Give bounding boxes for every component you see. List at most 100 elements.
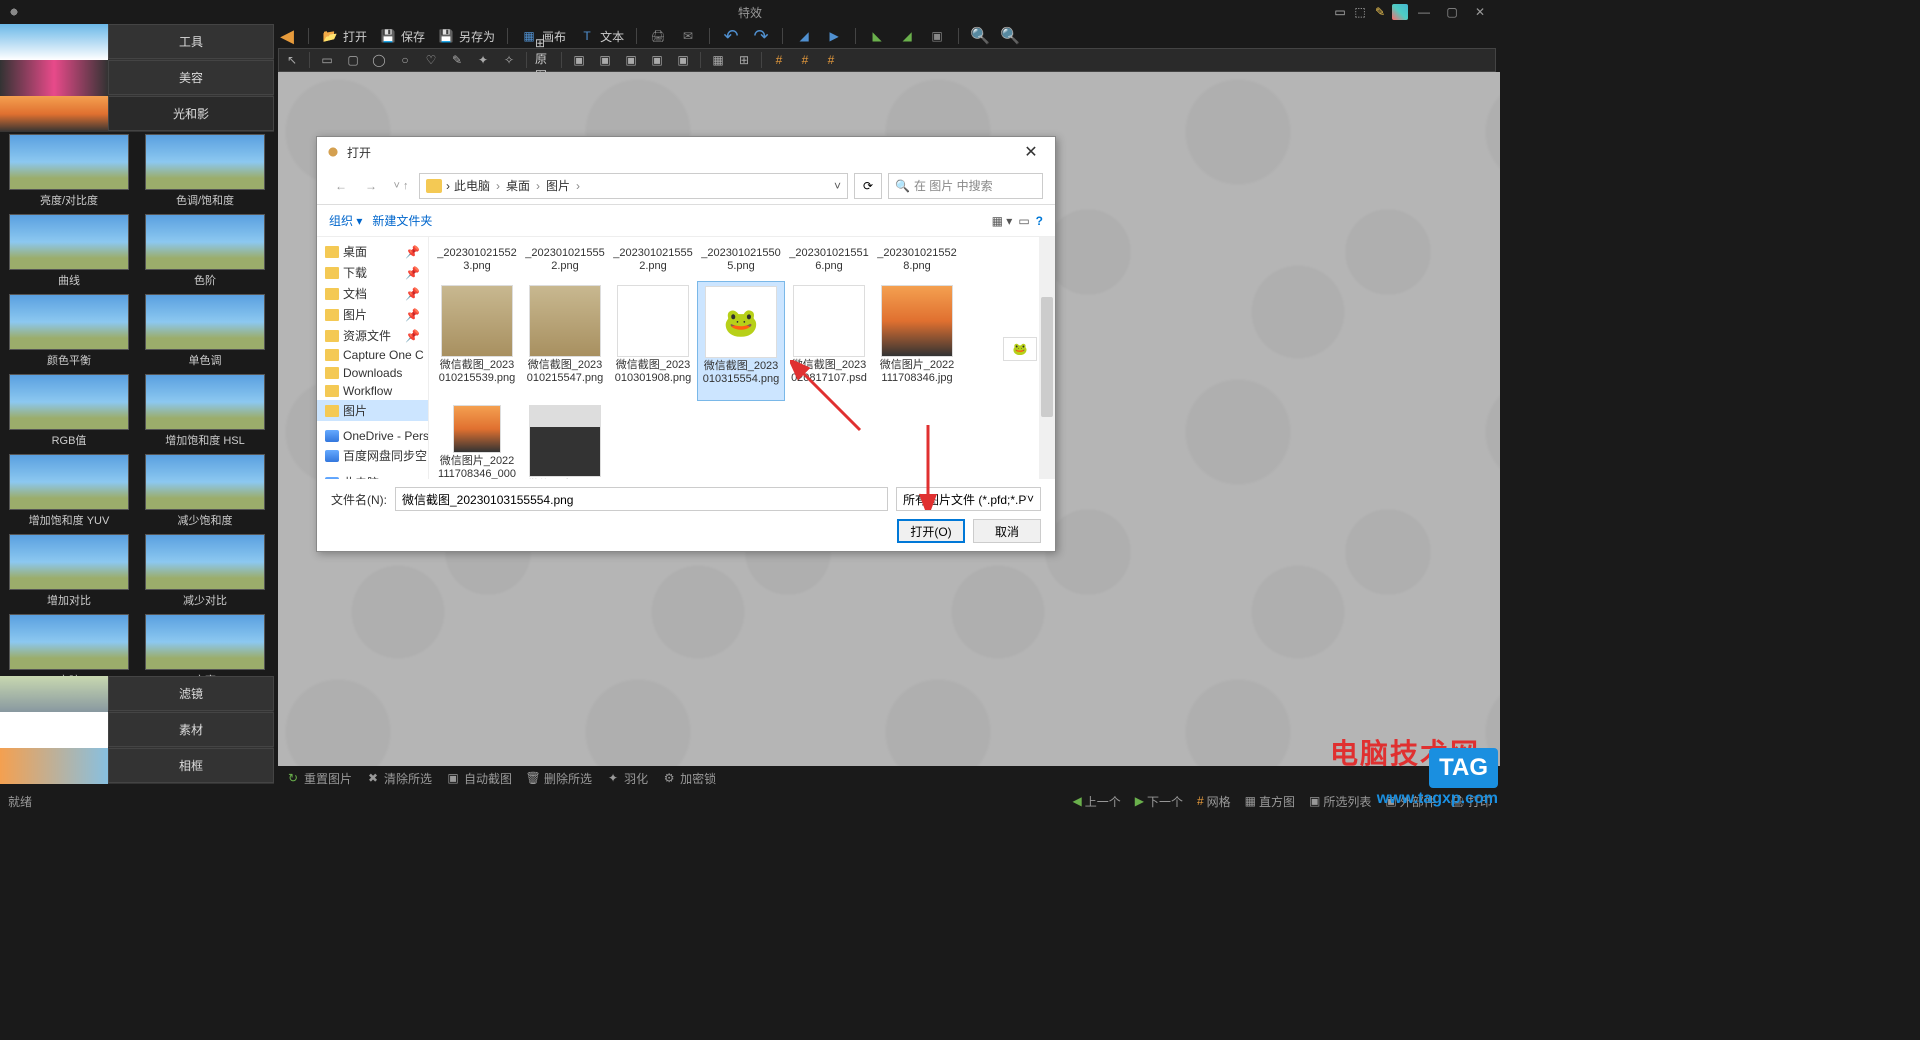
heart-select-icon[interactable]: ♡	[422, 51, 440, 69]
tree-workflow[interactable]: Workflow	[317, 382, 428, 400]
mail-button[interactable]: ✉	[679, 27, 697, 45]
file-item[interactable]: 微信截图_2023010215547.png	[521, 281, 609, 401]
crop-icon[interactable]: ▣	[928, 27, 946, 45]
pointer-icon[interactable]: ↖	[283, 51, 301, 69]
grid2-icon[interactable]: #	[796, 51, 814, 69]
file-item[interactable]: 微信图片_2022111708346_00001.ico	[433, 401, 521, 479]
cancel-button[interactable]: 取消	[973, 519, 1041, 543]
tree-pictures[interactable]: 图片📌	[317, 304, 428, 325]
open-confirm-button[interactable]: 打开(O)	[897, 519, 965, 543]
file-item[interactable]: _2023010215516.png	[785, 241, 873, 281]
open-button[interactable]: 📂打开	[321, 27, 367, 45]
status-prev[interactable]: ◀上一个	[1072, 793, 1120, 810]
file-item[interactable]: _2023010215552.png	[609, 241, 697, 281]
file-item-selected[interactable]: 🐸微信截图_2023010315554.png	[697, 281, 785, 401]
rotate-l-button[interactable]: ◣	[868, 27, 886, 45]
tree-onedrive[interactable]: OneDrive - Pers	[317, 427, 428, 445]
effect-desat[interactable]: 减少饱和度	[138, 454, 272, 532]
close-window-button[interactable]: ✕	[1468, 3, 1492, 21]
print-button[interactable]: 🖨	[649, 27, 667, 45]
wand2-icon[interactable]: ✧	[500, 51, 518, 69]
delete-selection-button[interactable]: 🗑删除所选	[526, 770, 592, 787]
layer3-icon[interactable]: ▣	[622, 51, 640, 69]
organize-button[interactable]: 组织 ▾	[329, 212, 362, 229]
flip-h-button[interactable]: ◢	[795, 27, 813, 45]
category-tools[interactable]: 工具	[0, 24, 274, 60]
layer5-icon[interactable]: ▣	[674, 51, 692, 69]
undo-button[interactable]: ↶	[722, 27, 740, 45]
file-item[interactable]: 微信图片_2022111715137.jpg	[521, 401, 609, 479]
tree-downloads-en[interactable]: Downloads	[317, 364, 428, 382]
refresh-button[interactable]: ⟳	[854, 173, 882, 199]
nav-fwd-button[interactable]: →	[359, 174, 383, 198]
view-mode-icon[interactable]: ▦ ▾	[992, 214, 1013, 228]
file-item[interactable]: _2023010215523.png	[433, 241, 521, 281]
flip-v-button[interactable]: ▶	[825, 27, 843, 45]
preview-pane-icon[interactable]: ▭	[1018, 214, 1029, 228]
breadcrumb[interactable]: › 此电脑› 桌面› 图片› ˅	[419, 173, 848, 199]
tree-documents[interactable]: 文档📌	[317, 283, 428, 304]
text-button[interactable]: T文本	[578, 27, 624, 45]
layer2-icon[interactable]: ▣	[596, 51, 614, 69]
tree-downloads[interactable]: 下载📌	[317, 262, 428, 283]
category-beauty[interactable]: 美容	[0, 60, 274, 96]
status-next[interactable]: ▶下一个	[1135, 793, 1183, 810]
file-item[interactable]: 微信截图_2023010215539.png	[433, 281, 521, 401]
reset-image-button[interactable]: ↻重置图片	[286, 770, 352, 787]
original-icon[interactable]: ⊞原图	[535, 51, 553, 69]
effect-monochrome[interactable]: 单色调	[138, 294, 272, 372]
titlebar-util-3-icon[interactable]: ✎	[1372, 4, 1388, 20]
effect-hue-saturation[interactable]: 色调/饱和度	[138, 134, 272, 212]
minimize-button[interactable]: —	[1412, 3, 1436, 21]
circle-select-icon[interactable]: ○	[396, 51, 414, 69]
tree-thispc[interactable]: 此电脑	[317, 472, 428, 479]
tree-resources[interactable]: 资源文件📌	[317, 325, 428, 346]
effect-color-balance[interactable]: 颜色平衡	[2, 294, 136, 372]
effect-curves[interactable]: 曲线	[2, 214, 136, 292]
file-item[interactable]: 微信截图_2023020817107.psd	[785, 281, 873, 401]
clear-selection-button[interactable]: ✖清除所选	[366, 770, 432, 787]
file-item[interactable]: _2023010215528.png	[873, 241, 961, 281]
layer1-icon[interactable]: ▣	[570, 51, 588, 69]
grid-icon[interactable]: ⊞	[735, 51, 753, 69]
nav-back-button[interactable]: ←	[329, 174, 353, 198]
zoom-out-button[interactable]: 🔍	[1001, 27, 1019, 45]
tree-baidu[interactable]: 百度网盘同步空间	[317, 445, 428, 466]
lasso-icon[interactable]: ✎	[448, 51, 466, 69]
search-input[interactable]: 🔍在 图片 中搜索	[888, 173, 1043, 199]
ellipse-select-icon[interactable]: ◯	[370, 51, 388, 69]
category-filter[interactable]: 滤镜	[0, 676, 274, 712]
category-light-shadow[interactable]: 光和影	[0, 96, 274, 132]
autocrop-button[interactable]: ▣自动截图	[446, 770, 512, 787]
dialog-close-button[interactable]: ✕	[1015, 140, 1047, 164]
effect-levels[interactable]: 色阶	[138, 214, 272, 292]
saveas-button[interactable]: 💾另存为	[437, 27, 495, 45]
zoom-in-button[interactable]: 🔍	[971, 27, 989, 45]
new-folder-button[interactable]: 新建文件夹	[372, 212, 432, 229]
status-grid[interactable]: #网格	[1197, 793, 1231, 810]
effect-dec-contrast[interactable]: 减少对比	[138, 534, 272, 612]
effect-sat-yuv[interactable]: 增加饱和度 YUV	[2, 454, 136, 532]
wand-icon[interactable]: ✦	[474, 51, 492, 69]
effect-sat-hsl[interactable]: 增加饱和度 HSL	[138, 374, 272, 452]
tree-pictures-sel[interactable]: 图片	[317, 400, 428, 421]
status-selection-list[interactable]: ▣所选列表	[1309, 793, 1371, 810]
feather-button[interactable]: ✦羽化	[606, 770, 648, 787]
help-icon[interactable]: ?	[1036, 214, 1043, 228]
layer4-icon[interactable]: ▣	[648, 51, 666, 69]
effect-inc-contrast[interactable]: 增加对比	[2, 534, 136, 612]
status-histogram[interactable]: ▦直方图	[1245, 793, 1295, 810]
save-button[interactable]: 💾保存	[379, 27, 425, 45]
file-item[interactable]: _2023010215552.png	[521, 241, 609, 281]
redo-button[interactable]: ↷	[752, 27, 770, 45]
effect-darken[interactable]: 变暗	[2, 614, 136, 676]
tree-desktop[interactable]: 桌面📌	[317, 241, 428, 262]
lock-button[interactable]: ⚙加密锁	[662, 770, 716, 787]
filetype-select[interactable]: 所有图片文件 (*.pfd;*.PTimag˅	[896, 487, 1041, 511]
effect-lighten[interactable]: 变亮	[138, 614, 272, 676]
effect-rgb[interactable]: RGB值	[2, 374, 136, 452]
titlebar-util-1-icon[interactable]: ▭	[1332, 4, 1348, 20]
file-scrollbar[interactable]	[1039, 237, 1055, 479]
file-item[interactable]: _2023010215505.png	[697, 241, 785, 281]
rect-select-icon[interactable]: ▭	[318, 51, 336, 69]
